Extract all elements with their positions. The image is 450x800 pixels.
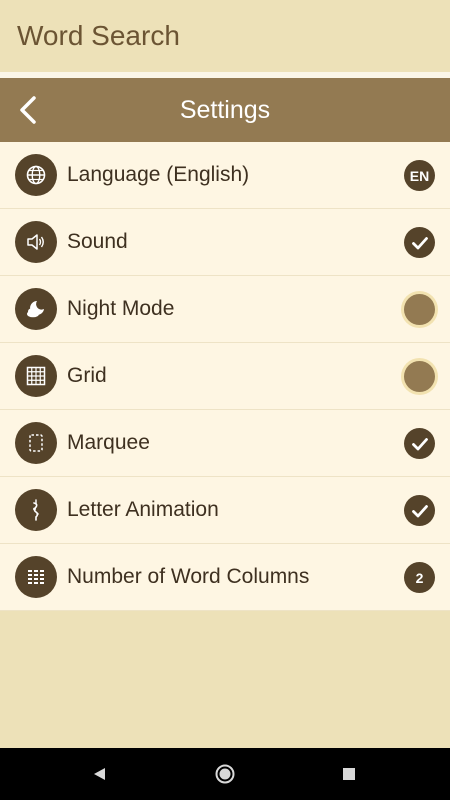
setting-row-sound[interactable]: Sound [0, 209, 450, 276]
app-title: Word Search [17, 20, 180, 51]
speaker-icon [15, 221, 57, 263]
setting-label: Language (English) [67, 163, 250, 186]
check-icon [411, 437, 428, 450]
language-value: EN [409, 167, 430, 184]
page-title: Settings [179, 95, 271, 124]
nav-recents-button[interactable] [336, 761, 362, 787]
moon-cloud-icon [15, 288, 57, 330]
check-icon [411, 236, 428, 249]
setting-row-letter-animation[interactable]: Letter Animation [0, 477, 450, 544]
globe-icon [15, 154, 57, 196]
setting-label: Night Mode [67, 297, 175, 320]
chevron-left-icon [20, 96, 36, 124]
setting-row-marquee[interactable]: Marquee [0, 410, 450, 477]
back-button[interactable] [6, 86, 50, 134]
settings-header: Settings [0, 78, 450, 142]
word-columns-badge[interactable]: 2 [404, 562, 435, 593]
grid-icon [15, 355, 57, 397]
setting-row-night-mode[interactable]: Night Mode [0, 276, 450, 343]
settings-list: Language (English) EN Sound Night Mode G… [0, 142, 450, 611]
night-mode-toggle[interactable] [404, 294, 435, 325]
setting-row-word-columns[interactable]: Number of Word Columns 2 [0, 544, 450, 611]
home-circle-icon [215, 764, 235, 784]
app-bar: Word Search [0, 0, 450, 72]
setting-label: Number of Word Columns [67, 565, 310, 588]
setting-row-grid[interactable]: Grid [0, 343, 450, 410]
nav-home-button[interactable] [212, 761, 238, 787]
setting-label: Letter Animation [67, 498, 219, 521]
setting-label: Grid [67, 364, 107, 387]
columns-icon [15, 556, 57, 598]
check-icon [411, 504, 428, 517]
grid-toggle[interactable] [404, 361, 435, 392]
nav-back-button[interactable] [87, 761, 113, 787]
sound-check-toggle[interactable] [404, 227, 435, 258]
marquee-check-toggle[interactable] [404, 428, 435, 459]
empty-area [0, 611, 450, 748]
back-triangle-icon [94, 768, 105, 780]
letter-animation-icon [15, 489, 57, 531]
setting-label: Marquee [67, 431, 150, 454]
marquee-icon [15, 422, 57, 464]
word-columns-value: 2 [415, 569, 424, 586]
system-navbar [0, 748, 450, 800]
letter-animation-check-toggle[interactable] [404, 495, 435, 526]
language-badge[interactable]: EN [404, 160, 435, 191]
setting-label: Sound [67, 230, 128, 253]
setting-row-language[interactable]: Language (English) EN [0, 142, 450, 209]
recents-square-icon [343, 768, 355, 780]
